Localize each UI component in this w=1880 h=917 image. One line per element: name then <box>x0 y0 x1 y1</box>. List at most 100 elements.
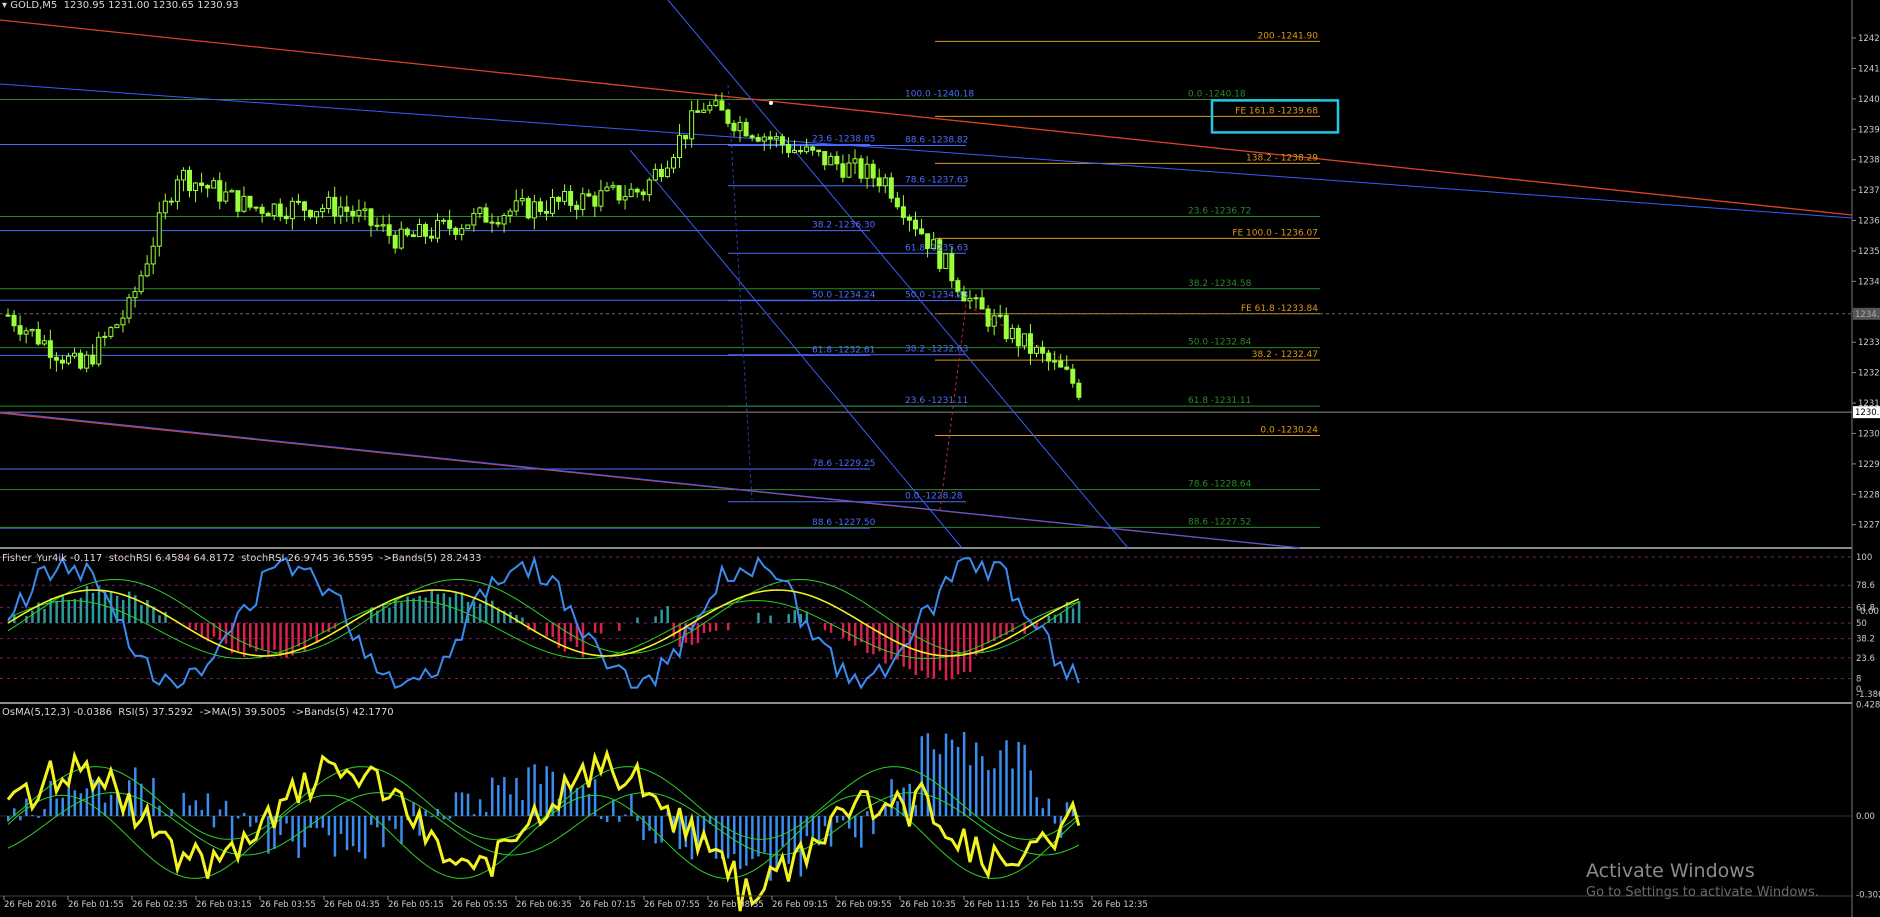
ind1-hist-bar <box>315 623 319 644</box>
candle-body <box>23 330 29 335</box>
time-label: 26 Feb 04:35 <box>324 900 380 910</box>
ind2-osma-bar <box>1023 744 1026 816</box>
ind2-osma-bar <box>466 793 470 816</box>
ind2-osma-bar <box>224 800 228 816</box>
ind1-hist-bar <box>593 623 597 633</box>
candle-body <box>501 215 507 225</box>
candle-body <box>1034 346 1039 354</box>
upper-blue-trendline <box>0 83 1853 219</box>
candle-body <box>689 110 695 140</box>
candle-body <box>894 197 900 208</box>
ind2-osma-bar <box>255 816 258 823</box>
candle-body <box>289 200 295 220</box>
ind1-hist-bar <box>1077 600 1081 623</box>
candle-body <box>525 197 531 219</box>
ind2-osma-bar <box>61 797 64 816</box>
ind2-osma-bar <box>230 816 234 842</box>
price-label: 1233.0 <box>1858 338 1880 348</box>
symbol-header: ▾ GOLD,M5 1230.95 1231.00 1230.65 1230.9… <box>2 0 239 11</box>
trendlines[interactable] <box>0 0 1853 549</box>
candle-body <box>743 121 749 137</box>
candle-body <box>628 188 634 198</box>
ind2-osma-bar <box>478 799 482 816</box>
ind1-hist-bar <box>491 600 494 623</box>
ind1-hist-bar <box>309 623 312 638</box>
ind2-osma-bar <box>43 808 46 816</box>
ind1-hist-bar <box>944 623 948 681</box>
candle-body <box>1009 327 1015 340</box>
ind1-hist-bar <box>932 623 936 679</box>
candle-body <box>967 297 973 302</box>
ind2-osma-bar <box>763 816 766 853</box>
ind2-osma-bar <box>751 816 754 860</box>
candle-body <box>17 325 23 335</box>
ind2-osma-bar <box>1011 768 1014 816</box>
chart-canvas[interactable]: 100.0 -1240.18 88.6 -1238.82 78.6 -1237.63… <box>0 0 1880 917</box>
candle-body <box>174 179 180 202</box>
ind2-osma-bar <box>448 816 452 819</box>
ind1-hist-bar <box>666 606 669 623</box>
ind1-hist-bar <box>242 623 246 658</box>
candle-body <box>422 224 428 237</box>
candle-body <box>380 224 386 227</box>
candle-body <box>531 201 537 219</box>
candle-body <box>84 354 90 369</box>
ind2-osma-bar <box>484 811 488 816</box>
candle-body <box>773 136 779 140</box>
candle-body <box>453 227 459 235</box>
red-dotted-path <box>939 304 1061 511</box>
candle-body <box>1064 366 1070 370</box>
ind2-osma-bar <box>454 792 458 816</box>
ind2-axis-label: 0.4281 <box>1856 701 1880 711</box>
candle-body <box>1040 346 1046 354</box>
ind1-hist-bar <box>678 623 682 648</box>
candle-body <box>435 219 441 239</box>
candle-body <box>144 263 150 277</box>
candle-body <box>441 219 447 222</box>
candle-body <box>398 228 404 249</box>
candle-body <box>767 136 773 140</box>
candle-body <box>749 135 755 138</box>
candle-body <box>156 212 162 247</box>
ind2-osma-bar <box>109 794 113 816</box>
candle-body <box>465 224 471 230</box>
candle-body <box>66 355 71 364</box>
ind2-osma-bar <box>400 816 403 844</box>
ind2-osma-bar <box>781 816 784 847</box>
candle-body <box>640 191 646 196</box>
candle-body <box>991 315 997 327</box>
candle-body <box>985 308 991 327</box>
ind2-osma-bar <box>950 739 954 816</box>
candle-body <box>792 149 797 153</box>
ind2-osma-bar <box>303 816 306 848</box>
candle-body <box>701 109 707 113</box>
ind1-hist-bar <box>218 623 222 641</box>
time-label: 26 Feb 11:15 <box>964 900 1020 910</box>
candle-body <box>308 209 313 218</box>
fib-blue-b-label: 78.6 -1229.25 <box>812 459 875 469</box>
candle-body <box>193 182 199 191</box>
candle-body <box>416 224 422 238</box>
candle-body <box>804 146 810 153</box>
ind1-hist-bar <box>847 623 851 641</box>
fib-blue-a-label: 38.2 -1232.63 <box>905 345 968 355</box>
ind1-axis-label: 100 <box>1856 553 1872 563</box>
ind2-osma-bar <box>152 777 155 816</box>
ind1-hist-bar <box>920 623 924 671</box>
ind2-osma-bar <box>249 816 252 827</box>
ind2-osma-bar <box>31 814 34 816</box>
ind2-osma-bar <box>914 805 917 816</box>
ind1-hist-bar <box>545 623 548 637</box>
ind1-axis-label: 78.6 <box>1856 581 1875 591</box>
ind1-hist-bar <box>472 601 476 623</box>
candle-body <box>114 324 120 329</box>
candle-body <box>102 335 108 338</box>
candle-body <box>610 185 616 188</box>
ind2-osma-bar <box>497 785 500 816</box>
candle-body <box>876 177 882 187</box>
ind1-hist-bar <box>267 623 270 656</box>
candle-body <box>410 234 416 238</box>
ind1-hist-bar <box>569 623 573 642</box>
ind1-hist-bar <box>981 623 984 654</box>
fib-orange-label: 38.2 - 1232.47 <box>1252 350 1318 360</box>
